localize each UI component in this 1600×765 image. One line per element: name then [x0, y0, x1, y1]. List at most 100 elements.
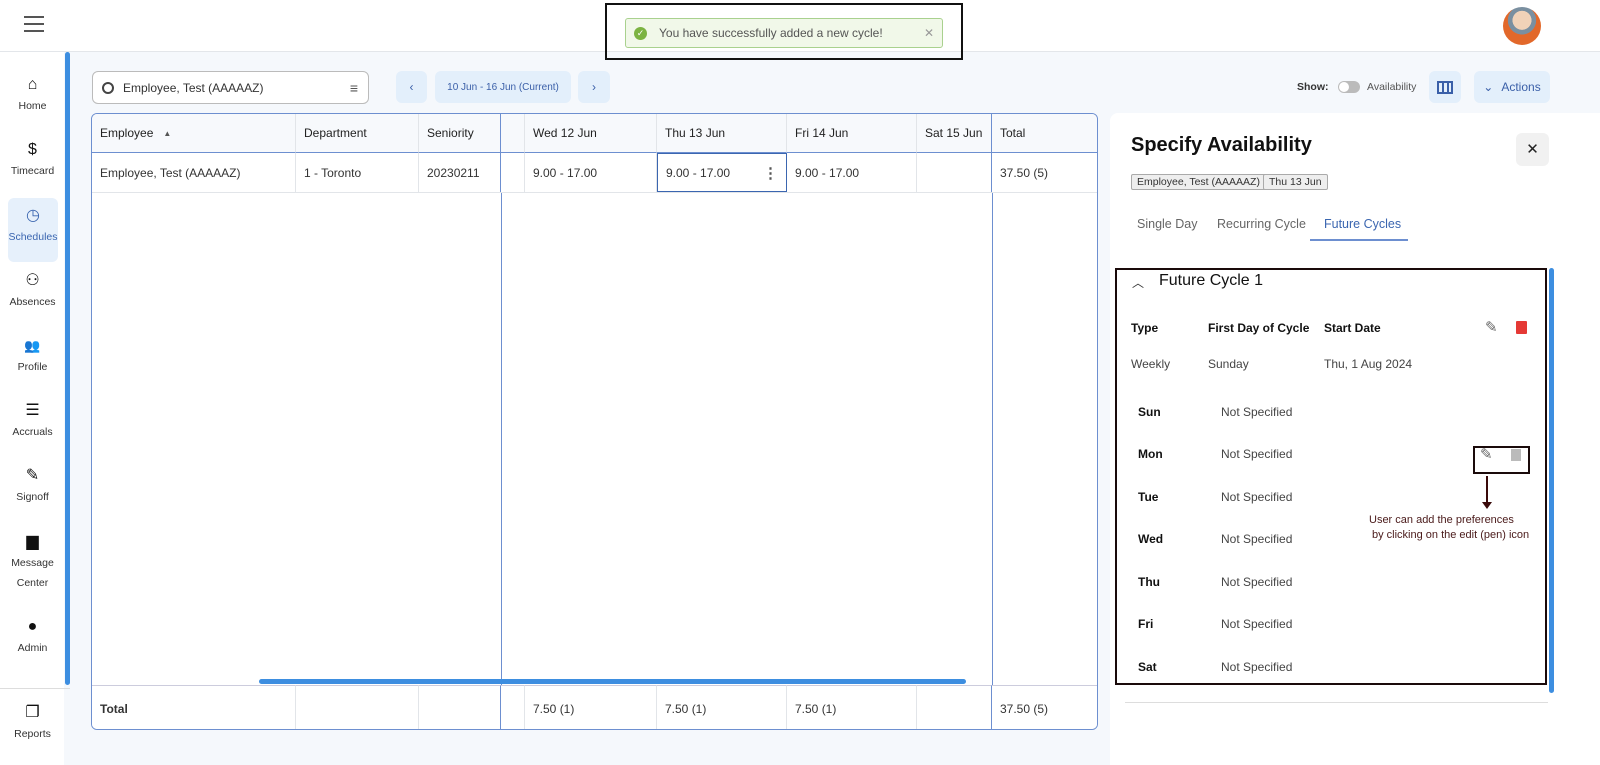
- sidebar-label: Center: [16, 577, 49, 589]
- panel-title: Specify Availability: [1131, 134, 1312, 156]
- close-icon[interactable]: ✕: [924, 26, 934, 40]
- day-value: Not Specified: [1221, 490, 1293, 504]
- day-label: Thu: [1138, 575, 1160, 589]
- success-toast: ✓ You have successfully added a new cycl…: [625, 18, 943, 48]
- day-value: Not Specified: [1221, 575, 1293, 589]
- people-icon: 👥: [24, 338, 41, 353]
- columns-button[interactable]: [1429, 71, 1461, 103]
- header-total[interactable]: Total: [992, 114, 1097, 153]
- sidebar-item-signoff[interactable]: ✎ Signoff: [6, 465, 59, 503]
- schedule-table: Employee ▲ Department Seniority Wed 12 Jun Th…: [91, 113, 1098, 730]
- cycle-title[interactable]: Future Cycle 1: [1159, 272, 1263, 290]
- day-label: Sun: [1138, 405, 1161, 419]
- panel-scrollbar[interactable]: [1549, 268, 1554, 693]
- header-department[interactable]: Department: [296, 114, 419, 153]
- annotation-text: User can add the preferences: [1369, 514, 1514, 526]
- tab-single-day[interactable]: Single Day: [1137, 217, 1197, 231]
- row-employee: Employee, Test (AAAAAZ): [92, 153, 296, 192]
- sidebar-label: Accruals: [12, 426, 53, 438]
- sidebar-item-profile[interactable]: 👥 Profile: [6, 335, 59, 373]
- sort-asc-icon[interactable]: ▲: [163, 129, 171, 138]
- header-employee[interactable]: Employee ▲: [92, 114, 296, 153]
- header-thu[interactable]: Thu 13 Jun: [657, 114, 787, 153]
- date-chip: Thu 13 Jun: [1263, 174, 1328, 190]
- tab-future-cycles[interactable]: Future Cycles: [1324, 217, 1401, 231]
- first-day-header: First Day of Cycle: [1208, 321, 1310, 335]
- header-wed[interactable]: Wed 12 Jun: [525, 114, 657, 153]
- close-panel-button[interactable]: ✕: [1516, 133, 1549, 166]
- row-wed[interactable]: 9.00 - 17.00: [525, 153, 657, 192]
- sidebar-item-admin[interactable]: ● Admin: [6, 616, 59, 654]
- availability-toggle[interactable]: [1338, 81, 1360, 93]
- sidebar-label: Home: [18, 100, 47, 112]
- dollar-icon: $: [28, 141, 37, 158]
- sidebar-item-home[interactable]: ⌂ Home: [6, 74, 59, 112]
- day-label: Mon: [1138, 447, 1163, 461]
- chevron-up-icon[interactable]: ︿: [1132, 274, 1144, 291]
- day-value: Not Specified: [1221, 405, 1293, 419]
- row-total: 37.50 (5): [1000, 165, 1049, 180]
- type-value: Weekly: [1131, 357, 1171, 371]
- horizontal-scrollbar[interactable]: [259, 679, 966, 684]
- clock-icon: ◷: [26, 207, 40, 224]
- availability-label: Availability: [1367, 81, 1417, 93]
- edit-icon[interactable]: ✎: [1485, 318, 1498, 336]
- sidebar-item-accruals[interactable]: ☰ Accruals: [6, 400, 59, 438]
- reports-icon: ❐: [25, 704, 40, 721]
- next-week-button[interactable]: ›: [578, 71, 610, 103]
- accruals-icon: ☰: [25, 402, 40, 419]
- sidebar-label: Signoff: [16, 491, 49, 503]
- day-value: Not Specified: [1221, 532, 1293, 546]
- sidebar-scrollbar[interactable]: [65, 52, 70, 685]
- column-divider: [501, 192, 502, 686]
- sidebar-label: Timecard: [10, 165, 55, 177]
- sidebar-item-absences[interactable]: ⚇ Absences: [6, 270, 59, 308]
- date-range-button[interactable]: 10 Jun - 16 Jun (Current): [435, 71, 571, 103]
- sidebar-item-timecard[interactable]: $ Timecard: [6, 139, 59, 177]
- sidebar-label: Message: [11, 557, 54, 569]
- prev-week-button[interactable]: ‹: [396, 71, 427, 103]
- row-sat[interactable]: [917, 153, 992, 192]
- row-thu[interactable]: 9.00 - 17.00 ⋮: [657, 153, 787, 192]
- footer-sat[interactable]: [917, 685, 992, 729]
- day-value: Not Specified: [1221, 447, 1293, 461]
- person-icon: ●: [27, 618, 38, 635]
- sidebar-divider: [0, 688, 70, 689]
- footer-thu[interactable]: 7.50 (1): [657, 685, 787, 729]
- avatar[interactable]: [1503, 7, 1541, 45]
- row-seniority: 20230211: [419, 153, 501, 192]
- footer-fri[interactable]: 7.50 (1): [787, 685, 917, 729]
- menu-icon[interactable]: [24, 16, 44, 32]
- type-header: Type: [1131, 321, 1159, 335]
- more-options-icon[interactable]: ⋮: [763, 164, 778, 182]
- filter-icon[interactable]: ≡: [350, 80, 358, 96]
- sidebar-item-reports[interactable]: ❐ Reports: [6, 702, 59, 740]
- annotation-box: [1473, 446, 1530, 474]
- search-icon: [102, 81, 114, 94]
- actions-label: Actions: [1501, 80, 1541, 94]
- columns-icon: [1437, 80, 1453, 94]
- day-label: Sat: [1138, 660, 1157, 674]
- footer-employee: Total: [92, 685, 296, 729]
- annotation-arrow: [1486, 476, 1488, 504]
- arrow-head: [1482, 502, 1492, 509]
- search-input[interactable]: Employee, Test (AAAAAZ) ≡: [92, 71, 369, 104]
- actions-button[interactable]: ⌄ Actions: [1474, 71, 1550, 103]
- sidebar-item-schedules[interactable]: ◷ Schedules: [8, 198, 58, 262]
- row-fri[interactable]: 9.00 - 17.00: [787, 153, 917, 192]
- sidebar-label: Schedules: [8, 231, 58, 243]
- day-label: Fri: [1138, 617, 1154, 631]
- header-spacer[interactable]: [501, 114, 525, 153]
- person-x-icon: ⚇: [25, 272, 40, 289]
- delete-icon[interactable]: [1516, 321, 1527, 334]
- header-fri[interactable]: Fri 14 Jun: [787, 114, 917, 153]
- footer-wed[interactable]: 7.50 (1): [525, 685, 657, 729]
- start-date-value: Thu, 1 Aug 2024: [1324, 357, 1413, 371]
- sidebar-item-message-center[interactable]: ▆ Message Center: [6, 531, 59, 593]
- first-day-value: Sunday: [1208, 357, 1249, 371]
- day-label: Wed: [1138, 532, 1164, 546]
- header-sat[interactable]: Sat 15 Jun: [917, 114, 992, 153]
- header-seniority[interactable]: Seniority: [419, 114, 501, 153]
- chat-icon: ▆: [26, 533, 39, 550]
- tab-recurring-cycle[interactable]: Recurring Cycle: [1217, 217, 1306, 231]
